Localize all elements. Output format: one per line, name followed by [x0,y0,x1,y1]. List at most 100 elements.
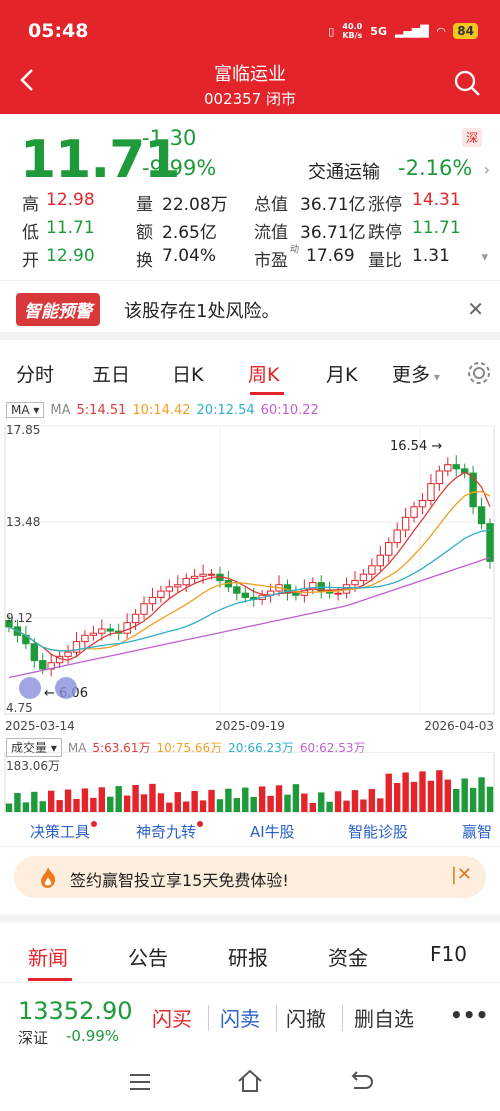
home-icon[interactable] [236,1068,264,1094]
tool-diagnosis[interactable]: 智能诊股 [348,821,408,842]
volume-bar [461,778,468,812]
volume-bar [31,791,38,812]
wifi-icon: ◠ [436,24,446,38]
risk-badge: 智能预警 [16,293,100,326]
candle-body [359,573,368,582]
scroll-handle-right[interactable] [55,677,77,699]
volume-bar [326,801,333,812]
volume-bar [267,795,274,812]
volume-chart[interactable]: 183.06万 [0,752,500,814]
net-speed: 40.0 KB/s [342,22,363,40]
signal-icon: ▂▄▆█ [394,24,429,38]
volume-bar [427,780,435,812]
volume-bar [233,798,241,812]
y-tick-label: 9.12 [6,611,33,625]
volume-bar [225,788,232,812]
ma-label: MA [50,402,71,418]
volume-bar [393,783,401,812]
quick-cancel-button[interactable]: 闪撤 [286,1003,326,1032]
volume-bar [301,793,308,812]
ma-legend: MA ▾ MA 5:14.51 10:14.42 20:12.54 60:10.… [6,402,319,418]
risk-text: 该股存在1处风险。 [124,301,280,322]
risk-banner[interactable]: 智能预警 该股存在1处风险。 ✕ [0,280,500,340]
ma20-value: 20:12.54 [196,402,255,418]
candle-body [190,575,199,579]
stat-value: 36.71亿 [300,223,366,243]
tab-research[interactable]: 研报 [228,942,268,971]
tool-ai-stock[interactable]: AI牛股 [250,821,295,842]
ma-dropdown[interactable]: MA ▾ [6,402,45,418]
volume-bar [22,802,30,812]
volume-bar [132,785,139,812]
more-icon[interactable]: ••• [450,1003,488,1027]
divider [208,1005,209,1031]
quick-buy-button[interactable]: 闪买 [152,1003,192,1032]
stat-value: 14.31 [412,190,461,210]
x-tick-label: 2025-03-14 [5,719,75,733]
y-tick-label: 17.85 [6,423,40,437]
tab-day-k[interactable]: 日K [172,360,203,387]
stat-label: 额 [136,223,153,243]
volume-bar [183,801,190,812]
tab-announcement[interactable]: 公告 [128,942,168,971]
volume-bar [309,802,316,812]
tab-five-day[interactable]: 五日 [92,360,130,387]
kline-chart[interactable]: 17.85 13.48 9.12 4.75 2025-03-14 2025-09-19 20… [0,420,500,738]
candle-body [64,651,72,657]
candle-body [385,542,393,556]
sector-change[interactable]: -2.16% [398,156,472,180]
sector-name[interactable]: 交通运输 [308,158,380,184]
candle-body [81,634,89,643]
tool-yingzhi[interactable]: 赢智 [462,821,492,842]
tab-more[interactable]: 更多 ▾ [392,360,440,387]
volume-bar [98,787,106,812]
candle-body [444,464,452,472]
stat-value: 36.71亿 [300,195,366,215]
candle-body [123,622,131,634]
tool-decision[interactable]: 决策工具 [30,821,98,842]
stat-label: 流值 [254,223,288,243]
candle-body [334,592,342,595]
scroll-handle-left[interactable] [19,677,41,699]
tool-nine-turn[interactable]: 神奇九转 [136,821,204,842]
tab-funds[interactable]: 资金 [328,942,368,971]
volume-bar [56,800,63,812]
volume-bar [258,786,266,812]
index-value[interactable]: 13352.90 [18,997,133,1025]
volume-bar [73,798,80,812]
quick-sell-button[interactable]: 闪卖 [220,1003,260,1032]
active-tab-indicator [250,392,284,395]
chevron-right-icon[interactable]: › [484,160,490,179]
menu-icon[interactable] [128,1072,152,1092]
volume-bar [149,783,156,812]
chevron-down-icon[interactable]: ▾ [481,250,488,265]
gear-icon[interactable] [466,360,492,386]
tab-month-k[interactable]: 月K [326,360,357,387]
volume-bar [39,801,46,812]
close-icon[interactable]: ✕ [467,297,484,321]
volume-bar [453,788,460,812]
stat-value: 2.65亿 [162,223,217,243]
system-navbar [0,1054,500,1111]
tab-minute[interactable]: 分时 [16,360,54,387]
tab-week-k[interactable]: 周K [248,360,279,387]
status-icons: ▯ 40.0 KB/s 5G ▂▄▆█ ◠ 84 [328,22,478,40]
candle-body [131,613,140,624]
candle-body [427,483,435,501]
back-icon[interactable] [348,1070,374,1092]
promo-banner[interactable]: 签约赢智投立享15天免费体验! |✕ [14,856,486,898]
candle-body [89,632,98,636]
remove-watchlist-button[interactable]: 删自选 [354,1003,414,1032]
close-icon[interactable]: |✕ [451,864,472,885]
tab-news[interactable]: 新闻 [28,942,68,971]
candle-body [410,506,418,518]
search-icon[interactable] [452,68,482,98]
volume-bar [385,773,392,812]
tool-bar: 决策工具 神奇九转 AI牛股 智能诊股 赢智 [0,815,500,847]
volume-bar [90,797,97,812]
candle-body [199,573,207,577]
candle-body [418,499,427,508]
tab-f10[interactable]: F10 [430,942,467,966]
fire-icon [41,867,56,888]
vibrate-icon: ▯ [328,24,335,38]
